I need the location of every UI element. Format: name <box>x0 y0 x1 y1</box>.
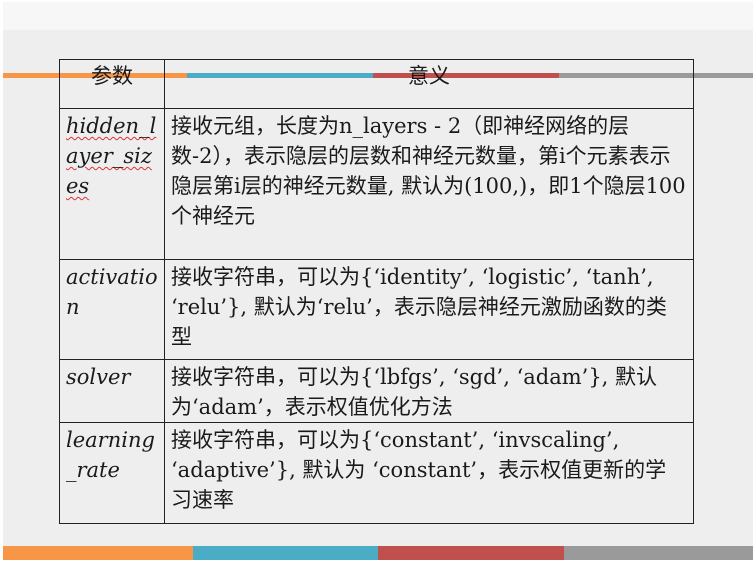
accent-gray <box>564 546 753 560</box>
parameter-table: 参数 意义 hidden_layer_sizes 接收元组，长度为n_layer… <box>59 59 694 524</box>
param-meaning: 接收字符串，可以为{‘lbfgs’, ‘sgd’, ‘adam’}, 默认为‘a… <box>164 359 694 423</box>
table-row: solver 接收字符串，可以为{‘lbfgs’, ‘sgd’, ‘adam’}… <box>59 359 694 423</box>
param-name: learning_rate <box>59 422 165 524</box>
param-meaning: 接收字符串，可以为{‘constant’, ‘invscaling’, ‘ada… <box>164 422 694 524</box>
param-name: activation <box>59 259 165 360</box>
header-param: 参数 <box>59 59 165 109</box>
slide-top-band <box>3 2 753 30</box>
table-header-row: 参数 意义 <box>59 59 694 109</box>
param-name: hidden_layer_sizes <box>59 108 165 260</box>
table-row: hidden_layer_sizes 接收元组，长度为n_layers - 2（… <box>59 108 694 260</box>
accent-orange <box>3 546 193 560</box>
accent-blue <box>193 546 378 560</box>
table-row: activation 接收字符串，可以为{‘identity’, ‘logist… <box>59 259 694 360</box>
param-meaning: 接收元组，长度为n_layers - 2（即神经网络的层数-2），表示隐层的层数… <box>164 108 694 260</box>
header-meaning: 意义 <box>164 59 694 109</box>
param-meaning: 接收字符串，可以为{‘identity’, ‘logistic’, ‘tanh’… <box>164 259 694 360</box>
bottom-accent-bar <box>3 546 753 560</box>
table-row: learning_rate 接收字符串，可以为{‘constant’, ‘inv… <box>59 422 694 524</box>
accent-red <box>378 546 564 560</box>
param-name: solver <box>59 359 165 423</box>
